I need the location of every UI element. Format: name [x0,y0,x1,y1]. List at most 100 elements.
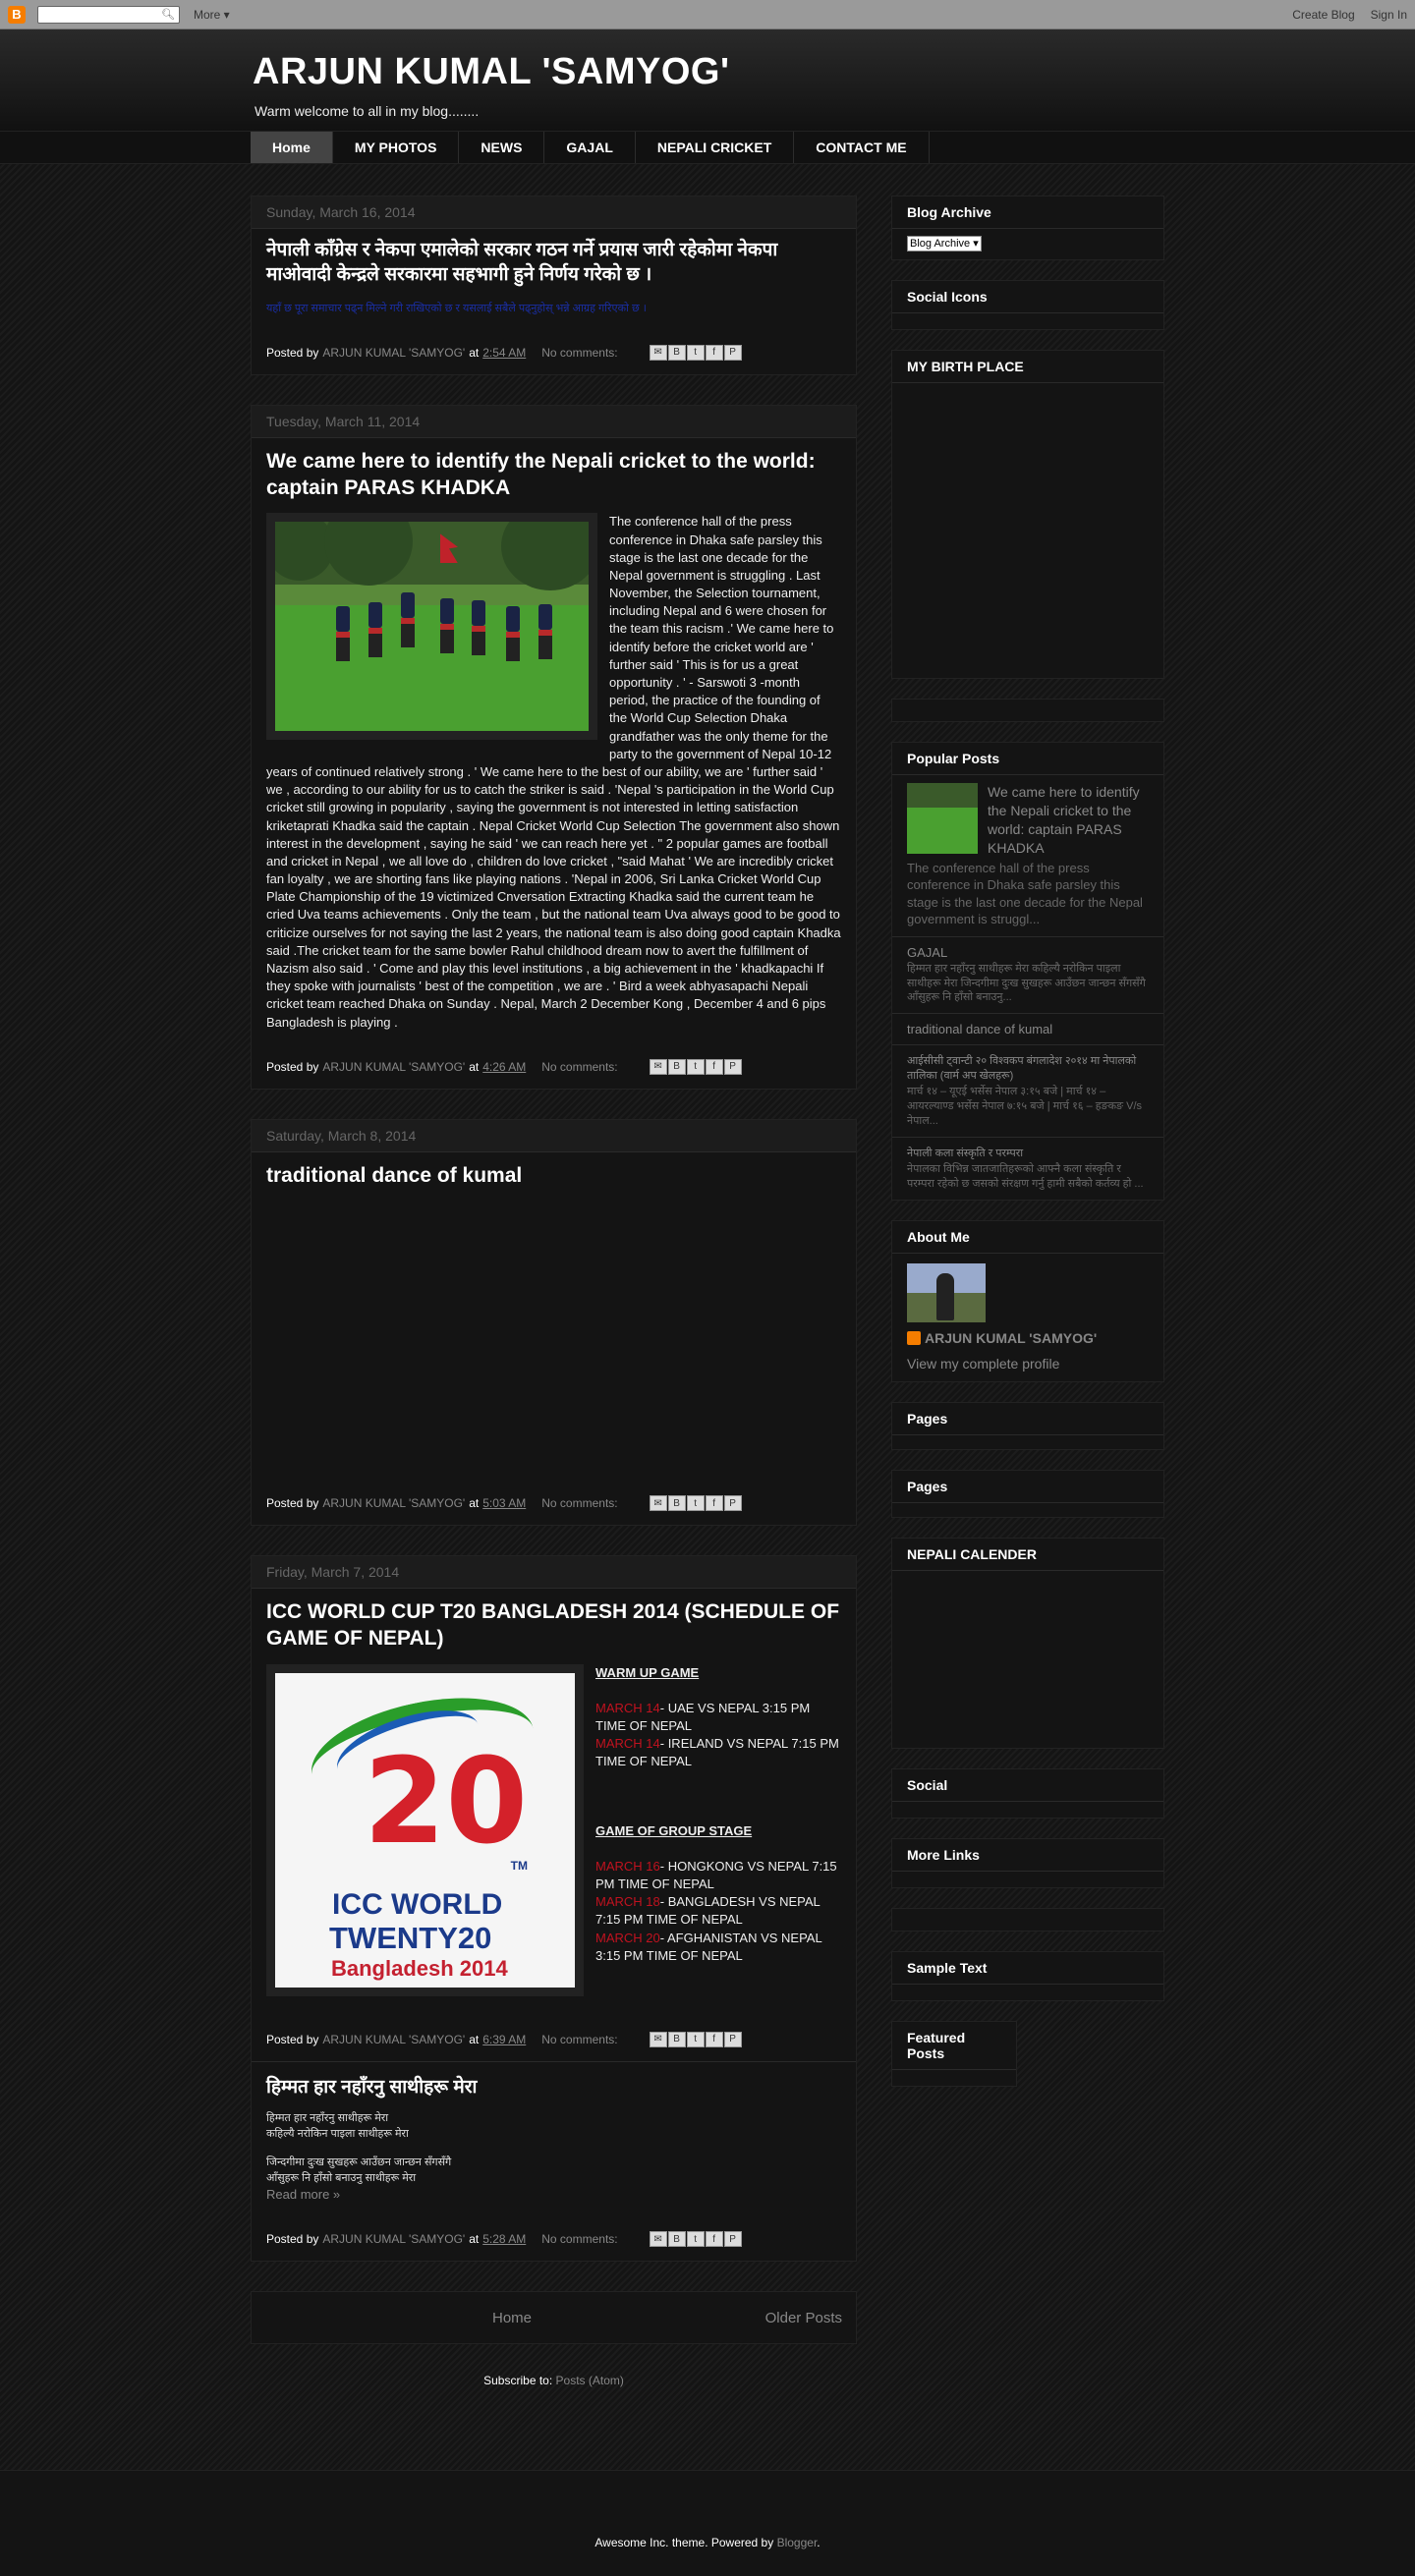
widget-title: Social Icons [892,281,1163,313]
post-timestamp-link[interactable]: 5:03 AM [482,1496,526,1510]
popular-post-item[interactable]: आईसीसी ट्वान्टी २० विश्वकप बंगलादेश २०१४… [892,1044,1163,1137]
twitter-share-icon[interactable]: t [686,1495,705,1512]
post-comments-link[interactable]: No comments: [541,346,617,360]
tab-news[interactable]: NEWS [459,132,545,163]
read-more-link[interactable]: Read more » [266,2187,340,2202]
email-share-icon[interactable]: ✉ [649,2031,667,2047]
calendar-embed-area[interactable] [892,1571,1163,1748]
blogger-link[interactable]: Blogger [777,2536,818,2549]
date-header: Saturday, March 8, 2014 [252,1119,856,1152]
facebook-share-icon[interactable]: f [705,2231,723,2248]
twitter-share-icon[interactable]: t [686,2231,705,2248]
embedded-video-area[interactable] [266,1201,841,1495]
email-share-icon[interactable]: ✉ [649,1495,667,1512]
share-buttons: ✉ B t f P [649,2231,742,2248]
icc-t20-logo[interactable]: 20 TM ICC WORLD TWENTY20 Bangladesh 2014 [275,1672,575,1988]
create-blog-link[interactable]: Create Blog [1292,8,1354,22]
widget-title: Popular Posts [892,743,1163,775]
birth-place-widget: MY BIRTH PLACE [891,350,1164,679]
share-buttons: ✉ B t f P [649,344,742,361]
sign-in-link[interactable]: Sign In [1371,8,1407,22]
cricket-team-photo[interactable] [275,522,589,732]
empty-widget [891,699,1164,722]
twitter-share-icon[interactable]: t [686,344,705,361]
post-body-link[interactable]: यहाँ छ पूरा समाचार पढ्न मिल्ने गरी राखिए… [266,303,647,314]
tab-contact-me[interactable]: CONTACT ME [794,132,930,163]
email-share-icon[interactable]: ✉ [649,2231,667,2248]
pinterest-share-icon[interactable]: P [723,1058,742,1075]
facebook-share-icon[interactable]: f [705,2031,723,2047]
post-timestamp-link[interactable]: 4:26 AM [482,1060,526,1074]
post-comments-link[interactable]: No comments: [541,2033,617,2046]
post-title[interactable]: नेपाली काँग्रेस र नेकपा एमालेको सरकार गठ… [266,239,841,287]
tab-nepali-cricket[interactable]: NEPALI CRICKET [636,132,795,163]
popular-post-item[interactable]: GAJAL हिम्मत हार नहाँरनु साथीहरू मेरा कह… [892,935,1163,1014]
widget-title: Pages [892,1471,1163,1503]
profile-name-link[interactable]: ARJUN KUMAL 'SAMYOG' [907,1330,1149,1346]
post-timestamp-link[interactable]: 5:28 AM [482,2232,526,2246]
blogthis-share-icon[interactable]: B [667,344,686,361]
post-comments-link[interactable]: No comments: [541,2232,617,2246]
post-comments-link[interactable]: No comments: [541,1060,617,1074]
blogthis-share-icon[interactable]: B [667,2231,686,2248]
post-author-link[interactable]: ARJUN KUMAL 'SAMYOG' [322,2033,465,2046]
pages-widget: Pages [891,1401,1164,1450]
post-image-frame[interactable]: 20 TM ICC WORLD TWENTY20 Bangladesh 2014 [266,1663,584,1996]
post: Saturday, March 8, 2014 traditional danc… [251,1118,857,1527]
popular-post-item[interactable]: नेपाली कला संस्कृति र परम्परा नेपालका वि… [892,1136,1163,1200]
blogthis-share-icon[interactable]: B [667,1495,686,1512]
post-image-frame[interactable] [266,513,597,741]
tab-gajal[interactable]: GAJAL [544,132,636,163]
post-title[interactable]: ICC WORLD CUP T20 BANGLADESH 2014 (SCHED… [266,1598,841,1652]
blog-title[interactable]: ARJUN KUMAL 'SAMYOG' [253,51,1164,93]
pinterest-share-icon[interactable]: P [723,2231,742,2248]
tab-home[interactable]: Home [251,132,333,163]
pinterest-share-icon[interactable]: P [723,1495,742,1512]
email-share-icon[interactable]: ✉ [649,1058,667,1075]
popular-post-title[interactable]: We came here to identify the Nepali cric… [988,784,1140,856]
blogger-logo-icon[interactable]: B [8,5,26,24]
blogger-navbar: B 🔍︎ More ▾ Create Blog Sign In [0,0,1415,29]
tab-my-photos[interactable]: MY PHOTOS [333,132,460,163]
home-link[interactable]: Home [492,2310,532,2326]
search-icon[interactable]: 🔍︎ [161,8,175,21]
twitter-share-icon[interactable]: t [686,1058,705,1075]
post-author-link[interactable]: ARJUN KUMAL 'SAMYOG' [322,1060,465,1074]
view-profile-link[interactable]: View my complete profile [907,1356,1149,1372]
blogthis-share-icon[interactable]: B [667,1058,686,1075]
embedded-map-area[interactable] [892,383,1163,678]
navbar-search-input[interactable]: 🔍︎ [37,5,180,24]
post-title[interactable]: traditional dance of kumal [266,1162,841,1189]
post-author-link[interactable]: ARJUN KUMAL 'SAMYOG' [322,1496,465,1510]
popular-post-thumbnail[interactable] [907,783,978,854]
social-icons-widget: Social Icons [891,280,1164,330]
popular-post-item[interactable]: We came here to identify the Nepali cric… [892,775,1163,936]
post-comments-link[interactable]: No comments: [541,1496,617,1510]
post: Tuesday, March 11, 2014 We came here to … [251,404,857,1090]
archive-select[interactable]: Blog Archive ▾ [907,236,982,252]
share-buttons: ✉ B t f P [649,1495,742,1512]
blogthis-share-icon[interactable]: B [667,2031,686,2047]
post-timestamp-link[interactable]: 6:39 AM [482,2033,526,2046]
date-header: Friday, March 7, 2014 [252,1556,856,1590]
posts-atom-link[interactable]: Posts (Atom) [556,2374,624,2387]
facebook-share-icon[interactable]: f [705,344,723,361]
pinterest-share-icon[interactable]: P [723,2031,742,2047]
older-posts-link[interactable]: Older Posts [765,2310,842,2326]
post-timestamp-link[interactable]: 2:54 AM [482,346,526,360]
popular-post-item[interactable]: traditional dance of kumal [892,1013,1163,1044]
post-title[interactable]: हिम्मत हार नहाँरनु साथीहरू मेरा [266,2076,841,2100]
profile-photo[interactable] [907,1262,986,1322]
post-author-link[interactable]: ARJUN KUMAL 'SAMYOG' [322,346,465,360]
date-header: Tuesday, March 11, 2014 [252,405,856,438]
pinterest-share-icon[interactable]: P [723,344,742,361]
facebook-share-icon[interactable]: f [705,1495,723,1512]
post-author-link[interactable]: ARJUN KUMAL 'SAMYOG' [322,2232,465,2246]
twitter-share-icon[interactable]: t [686,2031,705,2047]
facebook-share-icon[interactable]: f [705,1058,723,1075]
post-title[interactable]: We came here to identify the Nepali cric… [266,448,841,502]
blog-archive-widget: Blog Archive Blog Archive ▾ [891,196,1164,260]
more-links-widget: More Links [891,1837,1164,1888]
navbar-more-menu[interactable]: More ▾ [194,8,230,22]
email-share-icon[interactable]: ✉ [649,344,667,361]
